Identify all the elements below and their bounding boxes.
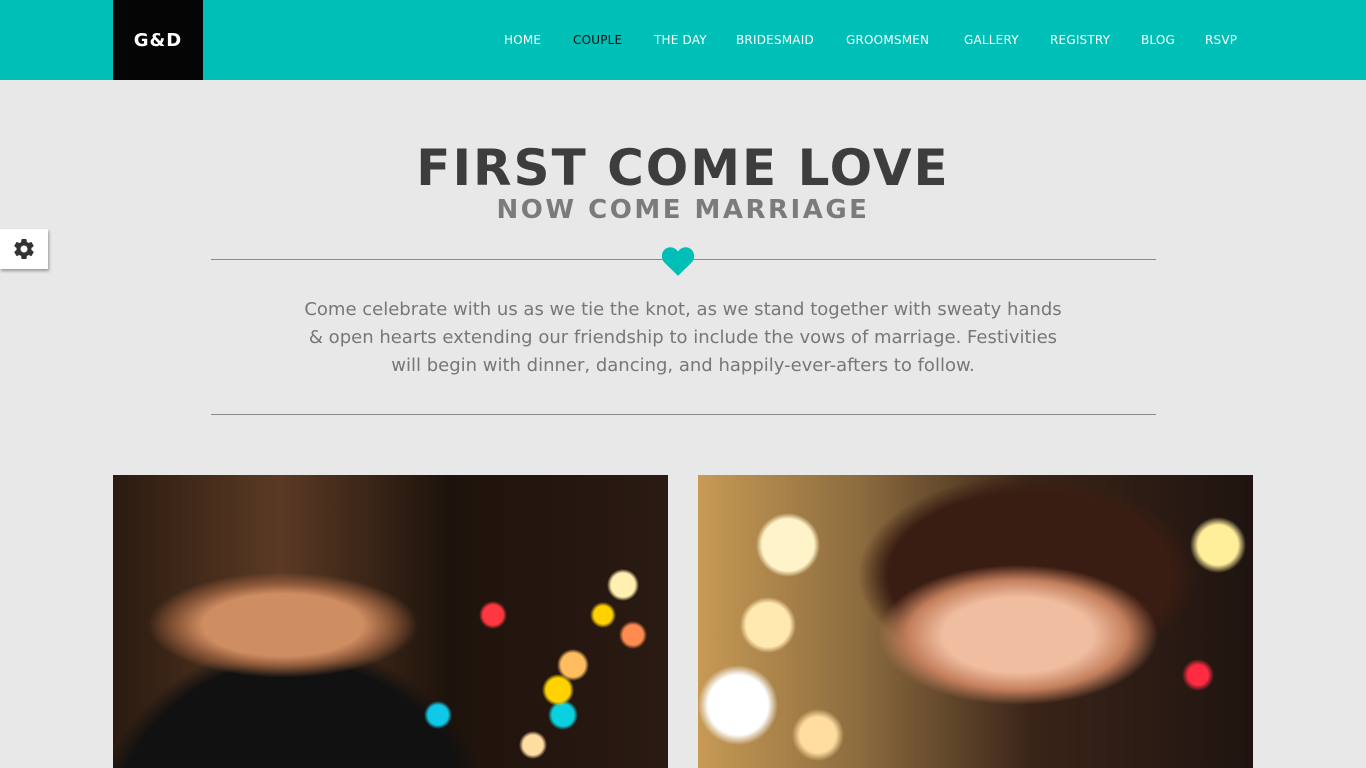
groom-photo [113, 475, 668, 768]
settings-tab[interactable] [0, 229, 48, 269]
intro-text: Come celebrate with us as we tie the kno… [304, 299, 1062, 376]
nav-item-groomsmen[interactable]: GROOMSMEN [846, 32, 929, 48]
page-subtitle: NOW COME MARRIAGE [496, 195, 870, 225]
heart-icon [661, 247, 695, 276]
nav-item-gallery[interactable]: GALLERY [964, 32, 1019, 48]
nav-item-registry[interactable]: REGISTRY [1050, 32, 1110, 48]
nav-item-home[interactable]: HOME [504, 32, 541, 48]
nav-item-rsvp[interactable]: RSVP [1205, 32, 1237, 48]
page-title: FIRST COME LOVE [416, 139, 950, 197]
header-bar: G&D HOME COUPLE THE DAY BRIDESMAID GROOM… [0, 0, 1366, 80]
nav-item-bridesmaid[interactable]: BRIDESMAID [736, 32, 814, 48]
nav-item-blog[interactable]: BLOG [1141, 32, 1175, 48]
site-logo[interactable]: G&D [113, 0, 203, 80]
nav-item-couple[interactable]: COUPLE [573, 32, 622, 48]
bride-photo [698, 475, 1253, 768]
nav-item-the-day[interactable]: THE DAY [654, 32, 707, 48]
divider-bottom [211, 414, 1156, 415]
gear-icon [14, 239, 34, 260]
